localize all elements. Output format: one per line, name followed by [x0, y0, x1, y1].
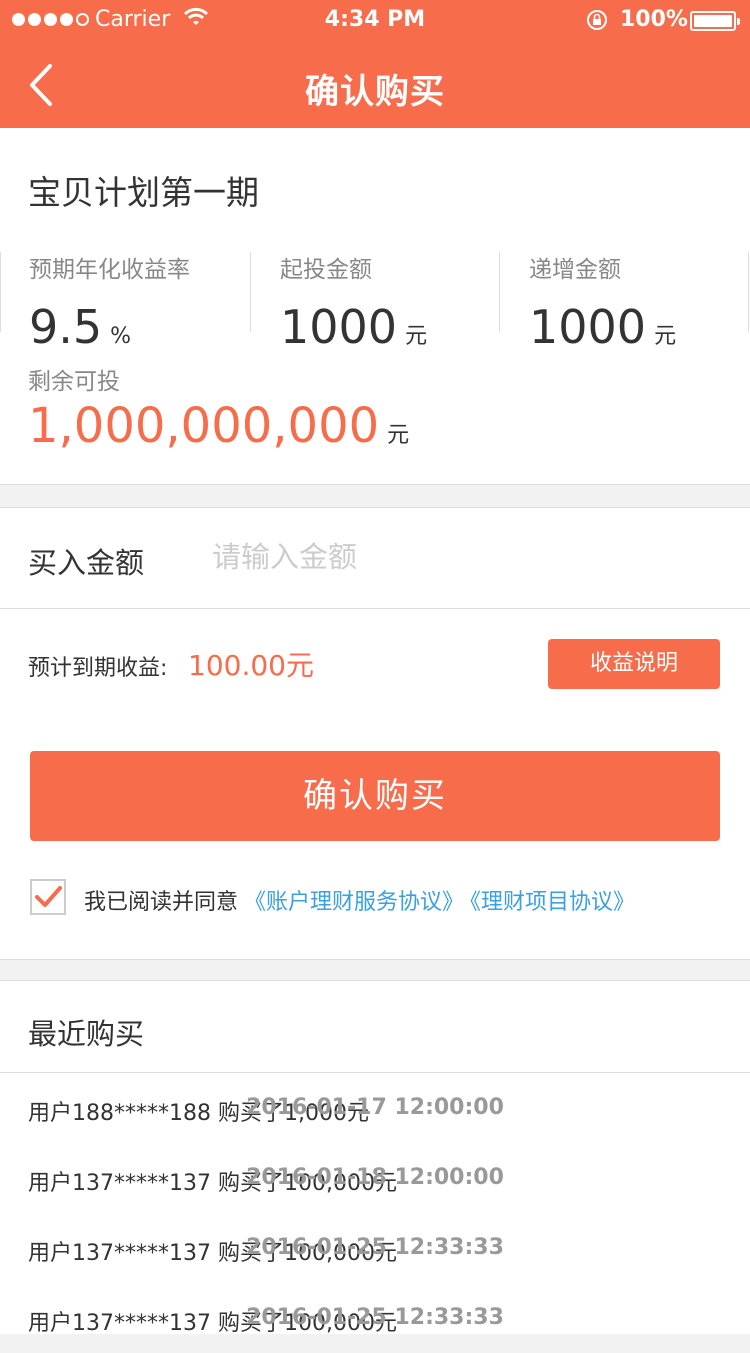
- page-title: 确认购买: [305, 72, 445, 112]
- product-name: 宝贝计划第一期: [28, 173, 259, 212]
- divider: [748, 252, 749, 332]
- stat-label: 递增金额: [529, 257, 621, 283]
- stat-value: 1000: [529, 300, 647, 354]
- divider: [0, 252, 1, 332]
- recent-title: 最近购买: [28, 1017, 145, 1051]
- header: Carrier 4:34 PM 100% 确认购买: [0, 0, 750, 128]
- product-card: 宝贝计划第一期 预期年化收益率 9.5% 起投金额 1000 元 递增金额 100…: [0, 128, 750, 485]
- purchase-time: 2016-01-25 12:33:33: [246, 1235, 504, 1260]
- stat-value: 1000: [280, 300, 398, 354]
- battery-percent: 100%: [620, 7, 688, 32]
- recent-list: 用户188*****188 购买了1,000元 2016-01-17 12:00…: [0, 1073, 750, 1353]
- recent-purchases: 最近购买 用户188*****188 购买了1,000元 2016-01-17 …: [0, 980, 750, 1336]
- purchase-card: 买入金额 预计到期收益: 100.00元 收益说明 确认购买 我已阅读并同意《账…: [0, 507, 750, 960]
- battery-icon: [690, 11, 740, 31]
- divider: [499, 252, 500, 332]
- purchase-time: 2016-01-17 12:00:00: [246, 1095, 504, 1120]
- stat-increment: 递增金额 1000 元: [529, 250, 676, 354]
- status-bar: Carrier 4:34 PM 100%: [0, 0, 750, 40]
- rotation-lock-icon: [585, 8, 609, 38]
- remaining-label: 剩余可投: [28, 369, 120, 395]
- stat-label: 起投金额: [280, 257, 372, 283]
- amount-label: 买入金额: [28, 546, 145, 580]
- account-service-agreement-link[interactable]: 《账户理财服务协议》: [244, 890, 464, 915]
- expected-return-label: 预计到期收益:: [28, 656, 168, 681]
- stat-annual-yield: 预期年化收益率 9.5%: [29, 250, 190, 354]
- agreement-text: 我已阅读并同意: [84, 890, 239, 915]
- list-item: 用户137*****137 购买了100,000元 2016-01-25 12:…: [0, 1213, 750, 1283]
- remaining-amount: 1,000,000,000 元: [28, 398, 409, 454]
- stat-min-investment: 起投金额 1000 元: [280, 250, 427, 354]
- remaining-unit: 元: [387, 423, 410, 448]
- project-agreement-link[interactable]: 《理财项目协议》: [470, 890, 635, 915]
- confirm-purchase-button[interactable]: 确认购买: [30, 751, 720, 841]
- agreement-line: 我已阅读并同意 《账户理财服务协议》 《理财项目协议》: [84, 884, 635, 916]
- list-item: 用户137*****137 购买了100,000元 2016-01-18 12:…: [0, 1143, 750, 1213]
- purchase-time: 2016-01-18 12:00:00: [246, 1165, 504, 1190]
- checkmark-icon: [35, 886, 62, 907]
- divider: [250, 252, 251, 332]
- remaining-value: 1,000,000,000: [28, 398, 380, 454]
- stat-label: 预期年化收益率: [29, 257, 190, 283]
- agreement-checkbox[interactable]: [30, 879, 66, 915]
- list-item: 用户188*****188 购买了1,000元 2016-01-17 12:00…: [0, 1073, 750, 1143]
- amount-input[interactable]: [212, 534, 692, 580]
- expected-return-value: 100.00元: [188, 649, 314, 682]
- stat-value: 9.5: [29, 300, 103, 354]
- stat-unit: %: [110, 324, 132, 349]
- purchase-time: 2016-01-25 12:33:33: [246, 1305, 504, 1330]
- list-item: 用户137*****137 购买了100,000元 2016-01-25 12:…: [0, 1283, 750, 1353]
- stat-unit: 元: [405, 324, 428, 349]
- stat-unit: 元: [654, 324, 677, 349]
- return-explanation-button[interactable]: 收益说明: [548, 639, 720, 689]
- divider: [0, 608, 750, 609]
